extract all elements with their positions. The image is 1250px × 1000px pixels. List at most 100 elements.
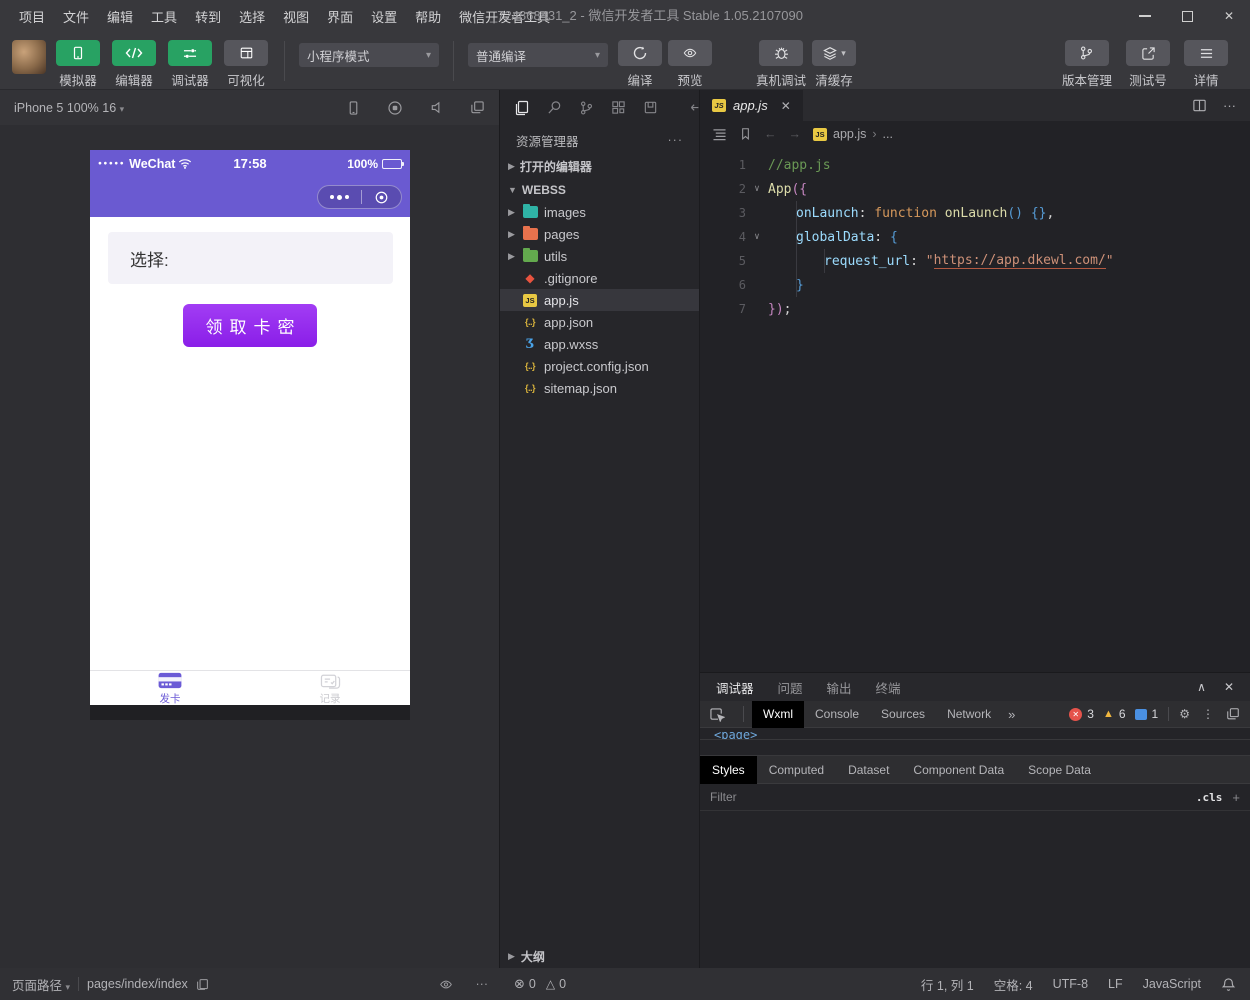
remote-debug-button[interactable]: 真机调试 (756, 40, 806, 89)
message-count[interactable]: 1 (1152, 707, 1159, 721)
menu-item-选择[interactable]: 选择 (230, 3, 274, 30)
visual-button[interactable]: 可视化 (222, 40, 270, 89)
details-button[interactable]: 详情 (1184, 40, 1228, 89)
menu-item-编辑[interactable]: 编辑 (98, 3, 142, 30)
statusbar-language-mode[interactable]: JavaScript (1143, 977, 1201, 991)
bell-icon[interactable] (1221, 977, 1236, 992)
tree-item-project.config.json[interactable]: {..}project.config.json (500, 355, 699, 377)
close-panel-icon[interactable]: ✕ (1224, 680, 1234, 694)
test-account-button[interactable]: 测试号 (1126, 40, 1170, 89)
code-editor[interactable]: 1//app.js2∨App({3onLaunch: function onLa… (700, 147, 1250, 672)
fold-chevron-icon[interactable]: ∨ (746, 232, 768, 242)
devtools-tab-sources[interactable]: Sources (870, 701, 936, 728)
tree-item-app.js[interactable]: JSapp.js (500, 289, 699, 311)
project-root-section[interactable]: ▼ WEBSS (500, 178, 699, 201)
compile-button[interactable]: 编译 (618, 40, 662, 89)
source-control-icon[interactable] (579, 100, 594, 116)
panel-tab-problems[interactable]: 问题 (778, 678, 803, 697)
menu-item-转到[interactable]: 转到 (186, 3, 230, 30)
claim-card-button[interactable]: 领取卡密 (183, 304, 317, 347)
devtools-tab-console[interactable]: Console (804, 701, 870, 728)
compile-mode-select[interactable]: 普通编译 ▾ (468, 43, 608, 67)
tree-item-app.json[interactable]: {..}app.json (500, 311, 699, 333)
extensions-icon[interactable] (611, 100, 626, 115)
message-badge-icon[interactable] (1135, 709, 1147, 720)
eye-icon[interactable] (438, 978, 454, 991)
tree-item-images[interactable]: ▶images (500, 201, 699, 223)
styles-tab-dataset[interactable]: Dataset (836, 756, 901, 784)
minimize-button[interactable] (1124, 0, 1166, 32)
maximize-button[interactable] (1166, 0, 1208, 32)
rotate-device-icon[interactable] (346, 100, 361, 116)
phone-tab-jilu[interactable]: 记录 (250, 671, 410, 705)
debugger-button[interactable]: 调试器 (166, 40, 214, 89)
back-icon[interactable]: ← (764, 127, 777, 141)
statusbar-eol[interactable]: LF (1108, 977, 1123, 991)
error-badge-icon[interactable]: ✕ (1069, 708, 1082, 721)
popout-icon[interactable] (1226, 707, 1240, 721)
menu-item-项目[interactable]: 项目 (10, 3, 54, 30)
new-style-rule-icon[interactable]: + (1232, 790, 1240, 805)
ellipsis-icon[interactable]: ··· (668, 133, 684, 147)
explorer-problem-counts[interactable]: ⊗ 0 △ 0 (500, 976, 700, 992)
devtools-tab-wxml[interactable]: Wxml (752, 701, 804, 728)
preview-button[interactable]: 预览 (668, 40, 712, 89)
close-tab-icon[interactable]: ✕ (781, 99, 791, 113)
search-icon[interactable] (547, 100, 562, 115)
menu-item-工具[interactable]: 工具 (142, 3, 186, 30)
menu-item-设置[interactable]: 设置 (362, 3, 406, 30)
inspect-element-icon[interactable] (700, 707, 735, 722)
editor-button[interactable]: 编辑器 (110, 40, 158, 89)
files-icon[interactable] (514, 100, 530, 116)
menu-item-视图[interactable]: 视图 (274, 3, 318, 30)
more-tabs-icon[interactable]: » (1008, 707, 1015, 722)
styles-tab-component-data[interactable]: Component Data (901, 756, 1016, 784)
open-editors-section[interactable]: ▶ 打开的编辑器 (500, 155, 699, 178)
tree-item-utils[interactable]: ▶utils (500, 245, 699, 267)
ellipsis-icon[interactable]: ··· (1223, 98, 1236, 113)
wxml-element-tree[interactable]: <page> (700, 728, 1250, 739)
sound-icon[interactable] (429, 100, 444, 115)
error-count[interactable]: 3 (1087, 707, 1094, 721)
menu-item-帮助[interactable]: 帮助 (406, 3, 450, 30)
styles-tab-computed[interactable]: Computed (757, 756, 836, 784)
breadcrumb-file[interactable]: app.js (833, 127, 866, 141)
styles-tab-styles[interactable]: Styles (700, 756, 757, 784)
forward-icon[interactable]: → (789, 127, 802, 141)
page-path-dropdown[interactable]: 页面路径 ▾ (12, 975, 70, 994)
warning-badge-icon[interactable]: ▲ (1103, 708, 1114, 720)
filter-input[interactable] (710, 790, 1196, 804)
devtools-tab-network[interactable]: Network (936, 701, 1002, 728)
version-control-button[interactable]: 版本管理 (1062, 40, 1112, 89)
bookmark-icon[interactable] (739, 127, 752, 141)
tree-item-.gitignore[interactable]: ◆.gitignore (500, 267, 699, 289)
select-field[interactable]: 选择: (108, 232, 393, 284)
panel-tab-terminal[interactable]: 终端 (876, 678, 901, 697)
statusbar-cursor-position[interactable]: 行 1, 列 1 (921, 975, 974, 994)
close-button[interactable]: ✕ (1208, 0, 1250, 32)
kebab-menu-icon[interactable]: ⋮ (1202, 707, 1214, 721)
toggle-class-button[interactable]: .cls (1196, 791, 1223, 804)
record-icon[interactable] (387, 100, 403, 116)
mode-select[interactable]: 小程序模式 ▾ (299, 43, 439, 67)
tree-item-pages[interactable]: ▶pages (500, 223, 699, 245)
clear-cache-button[interactable]: ▾清缓存 (812, 40, 856, 89)
gear-icon[interactable]: ⚙ (1179, 707, 1190, 721)
capsule-menu[interactable] (317, 185, 402, 209)
outline-list-icon[interactable] (712, 128, 727, 141)
breadcrumb-more[interactable]: ... (883, 127, 893, 141)
statusbar-encoding[interactable]: UTF-8 (1053, 977, 1088, 991)
collapse-panel-icon[interactable]: ∧ (1197, 680, 1206, 694)
ellipsis-icon[interactable]: ··· (476, 977, 489, 991)
tree-item-sitemap.json[interactable]: {..}sitemap.json (500, 377, 699, 399)
avatar[interactable] (12, 40, 46, 74)
simulator-button[interactable]: 模拟器 (54, 40, 102, 89)
outline-section[interactable]: ▶ 大纲 (500, 944, 699, 968)
phone-tab-faka[interactable]: 发卡 (90, 671, 250, 705)
tree-item-app.wxss[interactable]: Ʒapp.wxss (500, 333, 699, 355)
statusbar-indentation[interactable]: 空格: 4 (994, 975, 1033, 994)
panel-tab-debugger[interactable]: 调试器 (716, 678, 754, 697)
panel-tab-output[interactable]: 输出 (827, 678, 852, 697)
styles-tab-scope-data[interactable]: Scope Data (1016, 756, 1103, 784)
device-select[interactable]: iPhone 5 100% 16 ▾ (14, 101, 124, 115)
